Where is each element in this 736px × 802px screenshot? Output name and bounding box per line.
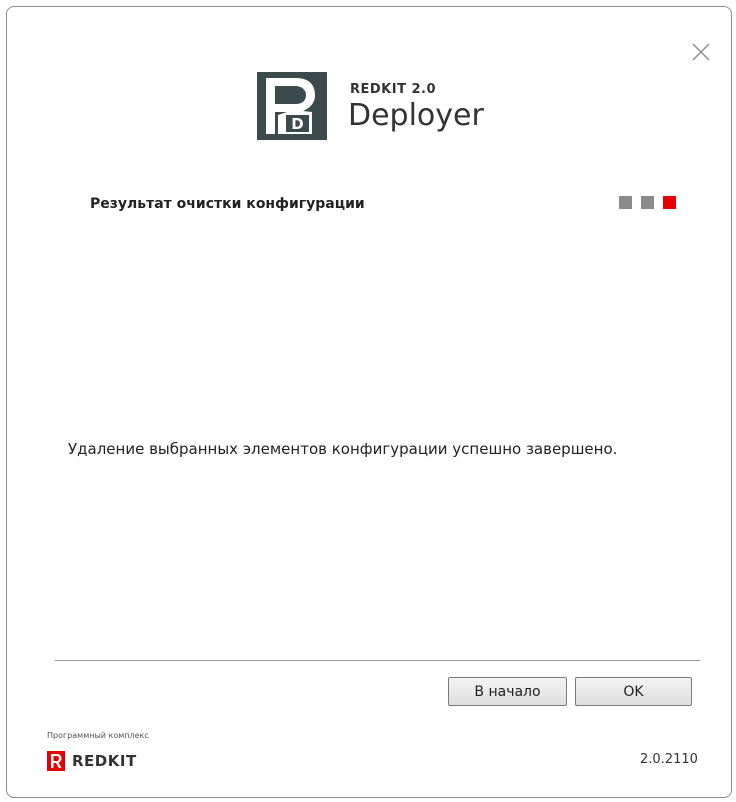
result-message: Удаление выбранных элементов конфигураци… (68, 440, 618, 458)
redkit-deployer-logo-icon: D (257, 72, 327, 140)
product-version-title: REDKIT 2.0 (350, 82, 437, 97)
step-dot-3 (663, 196, 676, 209)
close-button[interactable] (690, 41, 712, 63)
footer-brand: REDKIT (72, 752, 137, 770)
step-indicator (619, 196, 676, 209)
back-to-start-button[interactable]: В начало (448, 677, 567, 706)
svg-text:D: D (291, 115, 303, 133)
ok-button[interactable]: OK (575, 677, 692, 706)
step-title: Результат очистки конфигурации (90, 196, 365, 212)
version-label: 2.0.2110 (640, 752, 698, 767)
redkit-logo-icon (47, 751, 65, 771)
step-dot-2 (641, 196, 654, 209)
step-dot-1 (619, 196, 632, 209)
footer-divider (55, 660, 700, 661)
footer-caption: Программный комплекс (47, 731, 149, 740)
close-icon (692, 43, 710, 61)
product-name: Deployer (348, 98, 484, 133)
